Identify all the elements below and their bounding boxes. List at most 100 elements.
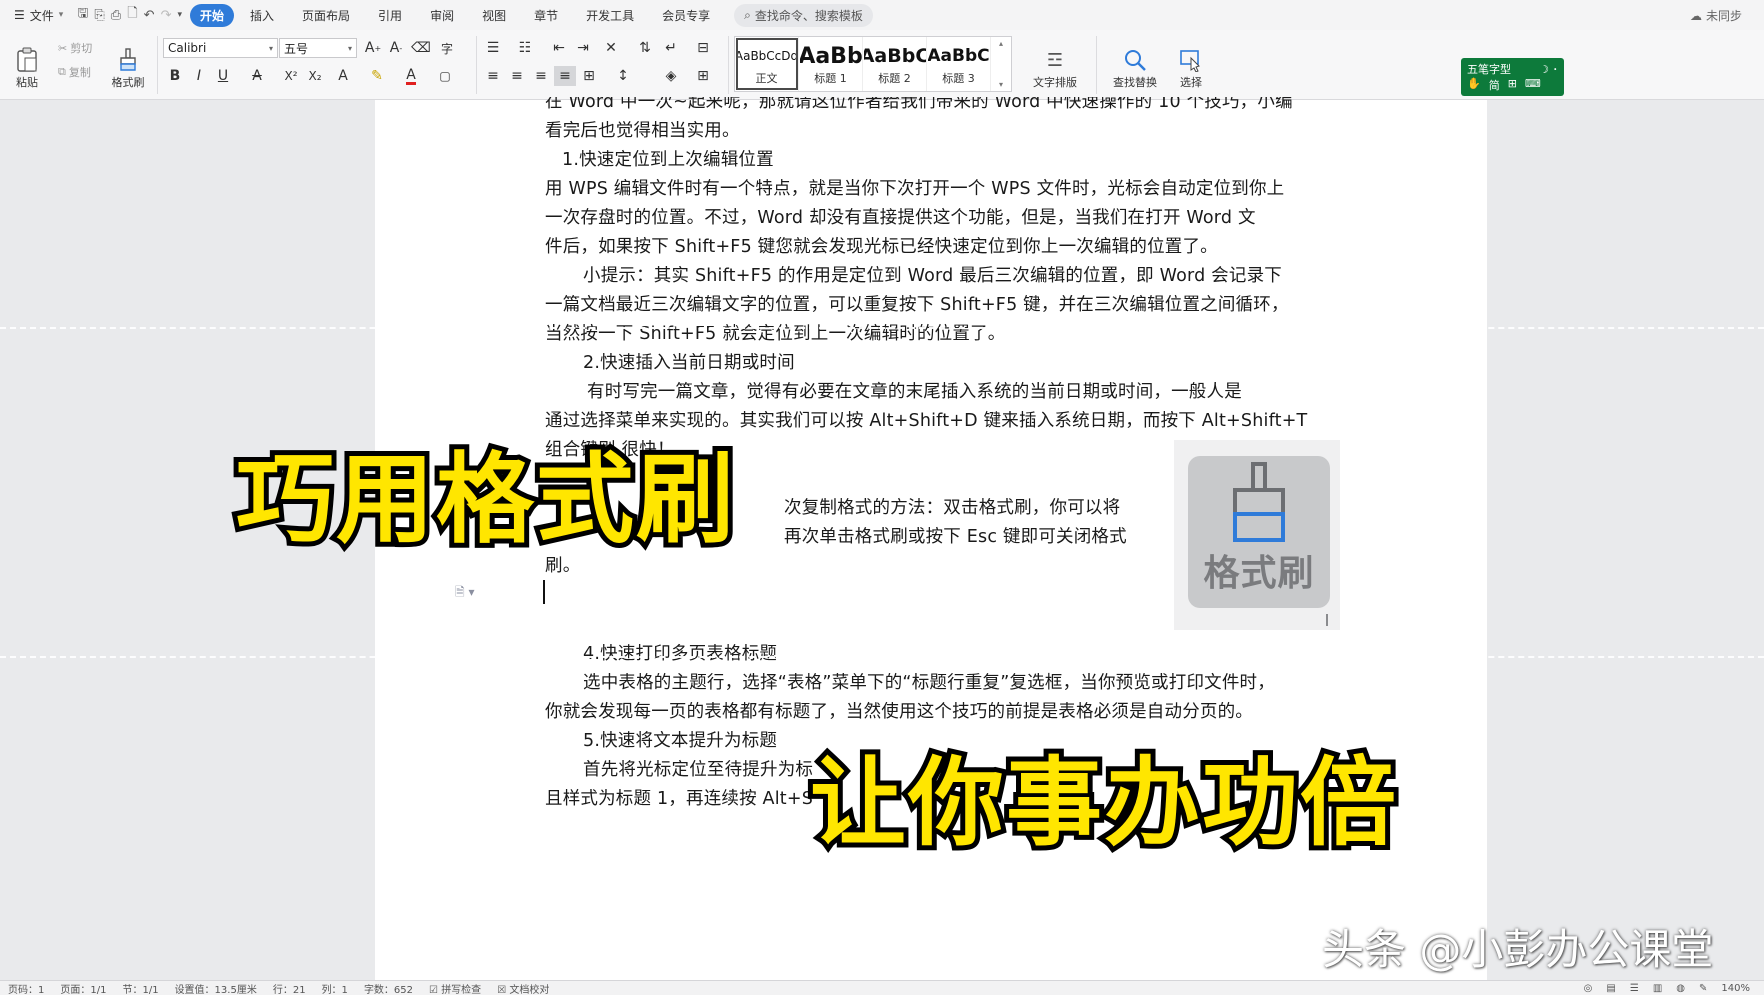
tab-section[interactable]: 章节 xyxy=(522,3,570,28)
shading-icon[interactable]: ◈ xyxy=(660,66,682,86)
read-view-icon[interactable]: ▥ xyxy=(1653,983,1662,994)
find-replace-label: 查找替换 xyxy=(1113,76,1157,89)
status-setting[interactable]: 设置值：13.5厘米 xyxy=(175,981,257,995)
paste-button[interactable]: 粘贴 xyxy=(10,36,44,90)
style-normal[interactable]: AaBbCcDd 正文 xyxy=(735,37,799,91)
bullet-list-icon[interactable]: ☰ xyxy=(482,38,504,58)
print-preview-icon[interactable]: 🗋 xyxy=(127,4,137,26)
print-icon[interactable]: ⎙ xyxy=(111,8,121,23)
ime-status-bar[interactable]: 五笔字型 ☽ ･ ✋ 简 ⊞ ⌨ xyxy=(1461,58,1564,96)
borders-icon[interactable]: ⊞ xyxy=(692,66,714,86)
doc-line: 小提示：其实 Shift+F5 的作用是定位到 Word 最后三次编辑的位置，即… xyxy=(583,266,1282,286)
sort-icon[interactable]: ⇅ xyxy=(634,38,656,58)
chevron-down-icon: ▾ xyxy=(268,43,273,53)
numbered-list-icon[interactable]: ☷ xyxy=(514,38,536,58)
align-right-icon[interactable]: ≡ xyxy=(530,66,552,86)
spell-check-toggle[interactable]: ☑ 拼写检查 xyxy=(429,981,481,995)
copy-icon: ⧉ xyxy=(58,65,66,78)
font-size-value: 五号 xyxy=(284,41,309,56)
justify-icon[interactable]: ≡ xyxy=(554,66,576,86)
style-heading-3[interactable]: AaBbC 标题 3 xyxy=(927,37,991,91)
tab-settings-icon[interactable]: ⊟ xyxy=(692,38,714,58)
command-search[interactable]: ⌕ 查找命令、搜索模板 xyxy=(734,3,873,27)
tab-page-layout[interactable]: 页面布局 xyxy=(290,3,362,28)
status-bar: 页码：1 页面：1/1 节：1/1 设置值：13.5厘米 行：21 列：1 字数… xyxy=(0,980,1764,995)
web-view-icon[interactable]: ◍ xyxy=(1676,983,1685,994)
select-button[interactable]: 选择 xyxy=(1170,36,1212,90)
doc-line: 有时写完一篇文章，觉得有必要在文章的末尾插入系统的当前日期或时间，一般人是 xyxy=(587,382,1242,402)
align-center-icon[interactable]: ≡ xyxy=(506,66,528,86)
find-replace-button[interactable]: 查找替换 xyxy=(1104,36,1166,90)
status-page-no[interactable]: 页码：1 xyxy=(8,981,44,995)
ribbon-home: 粘贴 ✂ 剪切 ⧉ 复制 格式刷 Calibri ▾ 五号 ▾ A + A- ⌫ … xyxy=(0,30,1764,100)
show-marks-icon[interactable]: ↵ xyxy=(660,38,682,58)
font-color-icon[interactable]: A xyxy=(400,66,422,86)
font-name-select[interactable]: Calibri ▾ xyxy=(163,38,278,58)
redo-icon[interactable]: ↷ xyxy=(161,8,172,23)
line-spacing-icon[interactable]: ↕ xyxy=(612,66,634,86)
proofread-button[interactable]: ☒ 文档校对 xyxy=(497,981,549,995)
phonetic-icon[interactable]: 字 xyxy=(436,38,458,58)
cut-button[interactable]: ✂ 剪切 xyxy=(58,40,92,56)
shrink-font-icon[interactable]: A- xyxy=(385,38,407,58)
tab-references[interactable]: 引用 xyxy=(366,3,414,28)
strikethrough-icon[interactable]: A xyxy=(246,66,268,86)
text-layout-button[interactable]: ☲ 文字排版 xyxy=(1022,36,1088,90)
clear-format-icon[interactable]: ⌫ xyxy=(410,38,432,58)
char-border-icon[interactable]: ▢ xyxy=(434,66,456,86)
outline-view-icon[interactable]: ☰ xyxy=(1630,983,1639,994)
style-heading-1[interactable]: AaBb 标题 1 xyxy=(799,37,863,91)
tab-home[interactable]: 开始 xyxy=(190,3,235,27)
styles-scroll[interactable]: ▴ ▾ xyxy=(991,37,1011,91)
ribbon-divider xyxy=(157,36,158,94)
format-painter-button[interactable]: 格式刷 xyxy=(108,36,148,90)
pen-icon[interactable]: ✎ xyxy=(1699,983,1707,994)
highlight-icon[interactable]: ✎ xyxy=(366,66,388,86)
save-icon[interactable]: 🖫 xyxy=(77,4,88,26)
text-effect-icon[interactable]: A xyxy=(332,66,354,86)
subscript-icon[interactable]: X₂ xyxy=(304,66,326,86)
align-left-icon[interactable]: ≡ xyxy=(482,66,504,86)
style-preview: AaBbC xyxy=(863,45,926,67)
zoom-level[interactable]: 140% xyxy=(1721,983,1750,994)
sync-status[interactable]: ☁ 未同步 xyxy=(1690,7,1742,24)
page-view-icon[interactable]: ▤ xyxy=(1606,983,1615,994)
file-menu[interactable]: ☰ 文件 ▾ xyxy=(0,0,71,30)
grow-font-icon[interactable]: A + xyxy=(362,38,384,58)
copy-button[interactable]: ⧉ 复制 xyxy=(58,64,91,80)
tab-review[interactable]: 审阅 xyxy=(418,3,466,28)
style-heading-2[interactable]: AaBbC 标题 2 xyxy=(863,37,927,91)
ribbon-divider xyxy=(728,36,729,94)
tab-developer[interactable]: 开发工具 xyxy=(574,3,646,28)
tab-insert[interactable]: 插入 xyxy=(238,3,286,28)
decrease-indent-icon[interactable]: ⇤ xyxy=(548,38,570,58)
bold-icon[interactable]: B xyxy=(164,66,186,86)
styles-gallery: AaBbCcDd 正文 AaBb 标题 1 AaBbC 标题 2 AaBbC 标… xyxy=(734,36,1012,92)
command-search-placeholder: 查找命令、搜索模板 xyxy=(754,8,863,23)
superscript-icon[interactable]: X² xyxy=(280,66,302,86)
paragraph-layout-icon[interactable]: 🗎 ▾ xyxy=(455,583,475,604)
undo-icon[interactable]: ↶ xyxy=(144,8,155,23)
select-icon xyxy=(1177,46,1205,74)
status-pages[interactable]: 页面：1/1 xyxy=(60,981,106,995)
style-name: 标题 2 xyxy=(878,72,911,85)
tab-member[interactable]: 会员专享 xyxy=(650,3,722,28)
status-section[interactable]: 节：1/1 xyxy=(122,981,158,995)
font-size-select[interactable]: 五号 ▾ xyxy=(279,38,357,58)
font-name-value: Calibri xyxy=(168,41,207,55)
doc-heading: 5.快速将文本提升为标题 xyxy=(583,731,778,751)
customize-icon[interactable]: ▾ xyxy=(177,10,182,20)
increase-indent-icon[interactable]: ⇥ xyxy=(572,38,594,58)
italic-icon[interactable]: I xyxy=(188,66,210,86)
tab-view[interactable]: 视图 xyxy=(470,3,518,28)
status-words[interactable]: 字数：652 xyxy=(364,981,413,995)
text-layout-label: 文字排版 xyxy=(1033,76,1077,89)
underline-icon[interactable]: U xyxy=(212,66,234,86)
distributed-icon[interactable]: ⊞ xyxy=(578,66,600,86)
export-icon[interactable]: ⎘ xyxy=(94,8,104,23)
format-painter-label: 格式刷 xyxy=(111,76,145,89)
chinese-layout-icon[interactable]: ✕ xyxy=(600,38,622,58)
eye-protect-icon[interactable]: ◎ xyxy=(1584,983,1593,994)
format-painter-zoom-button: 格式刷 xyxy=(1188,456,1330,608)
caption-bottom: 让你事办功倍 xyxy=(805,742,1401,864)
